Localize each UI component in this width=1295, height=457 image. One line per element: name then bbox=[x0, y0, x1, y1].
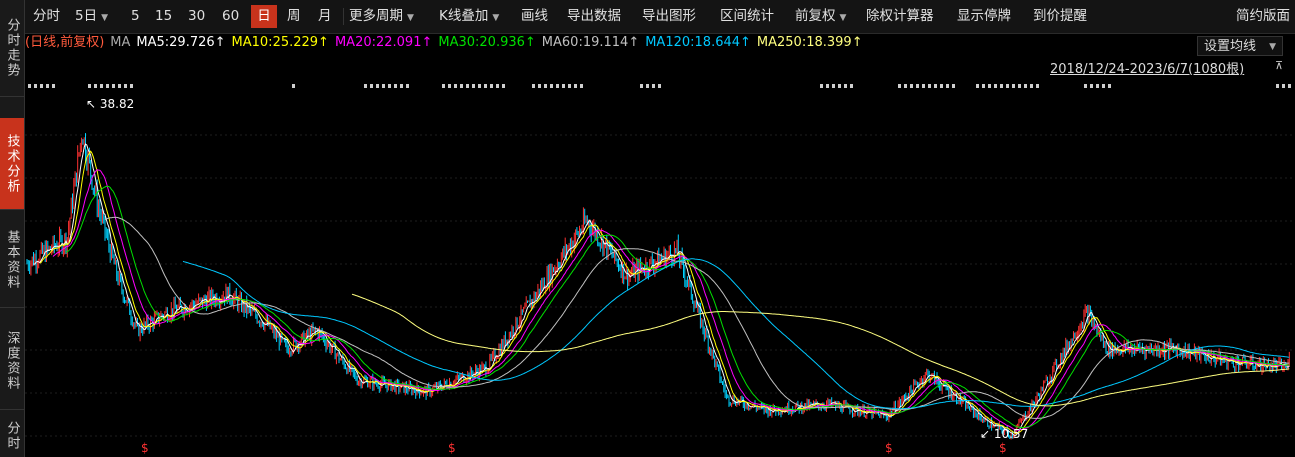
ma60-line bbox=[104, 216, 1290, 419]
low-price-label: ↙ 10.57 bbox=[980, 427, 1029, 441]
ma5-line bbox=[33, 143, 1290, 437]
dividend-marker: $ bbox=[448, 441, 456, 455]
dividend-marker: $ bbox=[141, 441, 149, 455]
candles bbox=[26, 133, 1290, 440]
suspension-markers bbox=[28, 84, 1291, 88]
dividend-marker: $ bbox=[999, 441, 1007, 455]
high-price-label: ↖ 38.82 bbox=[86, 97, 135, 111]
ma120-line bbox=[182, 258, 1290, 410]
kline-chart[interactable]: $ $ $ $ bbox=[0, 0, 1295, 457]
dividend-marker: $ bbox=[885, 441, 893, 455]
